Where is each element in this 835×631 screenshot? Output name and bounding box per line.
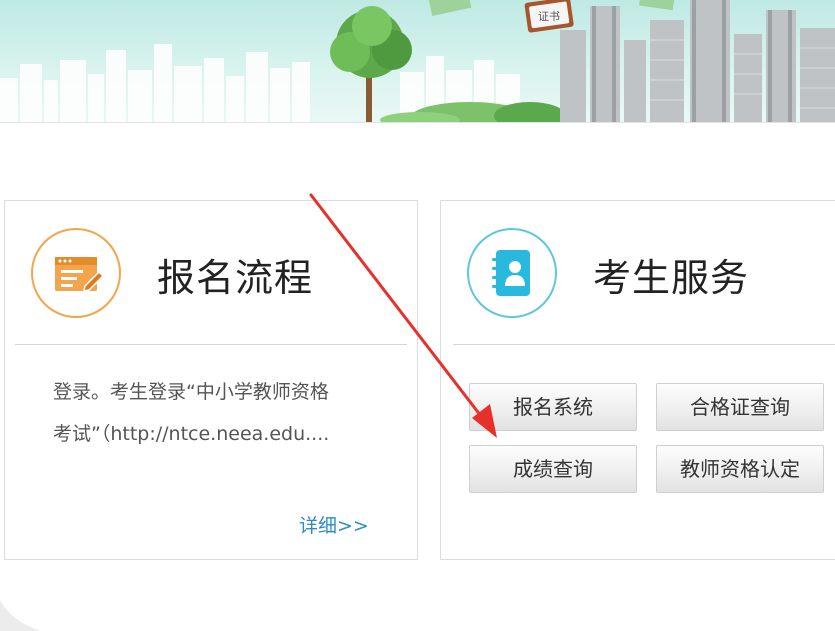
certificate-query-button[interactable]: 合格证查询 <box>656 383 824 431</box>
services-icon-circle <box>467 228 557 318</box>
register-system-button[interactable]: 报名系统 <box>469 383 637 431</box>
card-divider <box>453 344 835 345</box>
candidate-services-card: 考生服务 报名系统 合格证查询 成绩查询 教师资格认定 <box>440 200 835 560</box>
form-edit-icon <box>55 257 105 292</box>
city-skyline-illustration: 证书 <box>0 0 835 122</box>
description-line-1: 登录。考生登录“中小学教师资格 <box>53 381 329 403</box>
registration-process-description: 登录。考生登录“中小学教师资格 考试”（http://ntce.neea.edu… <box>53 371 383 455</box>
card-divider <box>15 344 407 345</box>
header-banner: 证书 <box>0 0 835 123</box>
teacher-certification-button[interactable]: 教师资格认定 <box>656 445 824 493</box>
banner-sign-text: 证书 <box>538 10 560 23</box>
bottom-decoration <box>0 600 40 631</box>
registration-process-title: 报名流程 <box>157 256 314 300</box>
contact-book-icon <box>492 250 530 296</box>
registration-process-card: 报名流程 登录。考生登录“中小学教师资格 考试”（http://ntce.nee… <box>4 200 418 560</box>
candidate-services-title: 考生服务 <box>593 256 750 300</box>
description-line-2: 考试”（http://ntce.neea.edu.... <box>53 423 330 445</box>
details-link[interactable]: 详细>> <box>299 511 369 538</box>
score-query-button[interactable]: 成绩查询 <box>469 445 637 493</box>
registration-icon-circle <box>31 228 121 318</box>
